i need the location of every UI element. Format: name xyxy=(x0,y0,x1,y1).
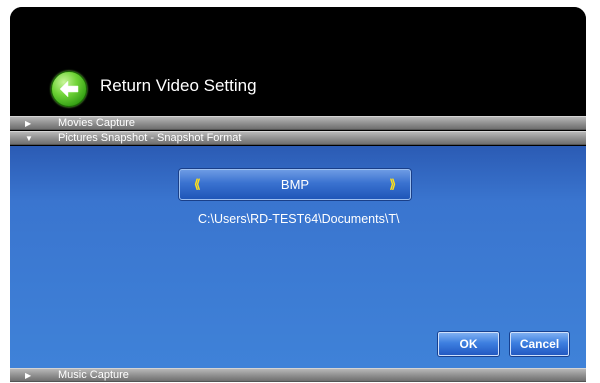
page-title: Return Video Setting xyxy=(100,76,257,95)
section-pictures-snapshot[interactable]: ▼ Pictures Snapshot - Snapshot Format xyxy=(10,131,586,145)
expand-arrow-icon: ▶ xyxy=(25,119,32,128)
ok-button[interactable]: OK xyxy=(438,332,499,356)
section-label: Movies Capture xyxy=(58,117,136,129)
section-label: Pictures Snapshot - Snapshot Format xyxy=(58,132,242,144)
format-selector[interactable]: ⟪ BMP ⟫ xyxy=(179,169,411,200)
expand-arrow-icon: ▶ xyxy=(25,371,32,380)
save-path: C:\Users\RD-TEST64\Documents\T\ xyxy=(198,212,400,226)
cancel-button[interactable]: Cancel xyxy=(510,332,569,356)
back-button[interactable] xyxy=(51,71,87,107)
format-value: BMP xyxy=(280,177,310,192)
back-arrow-icon xyxy=(59,80,79,98)
section-label: Music Capture xyxy=(58,369,129,381)
snapshot-format-panel: ⟪ BMP ⟫ C:\Users\RD-TEST64\Documents\T\ … xyxy=(10,146,586,368)
section-movies-capture[interactable]: ▶ Movies Capture xyxy=(10,116,586,130)
collapse-arrow-icon: ▼ xyxy=(25,134,33,143)
header: Return Video Setting xyxy=(10,7,586,115)
section-music-capture[interactable]: ▶ Music Capture xyxy=(10,368,586,382)
settings-window: Return Video Setting ▶ Movies Capture ▼ … xyxy=(10,7,586,382)
next-format-icon[interactable]: ⟫ xyxy=(389,177,396,191)
